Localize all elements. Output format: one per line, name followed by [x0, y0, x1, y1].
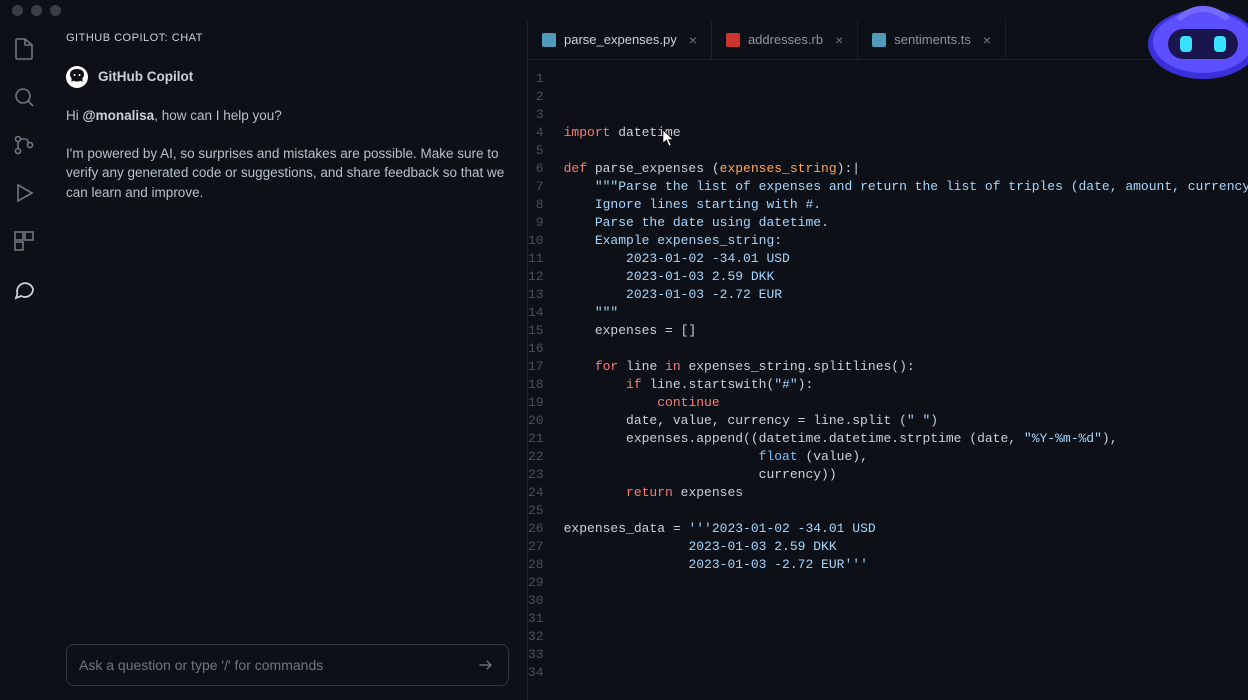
- greet-suffix: , how can I help you?: [154, 108, 282, 123]
- traffic-max[interactable]: [50, 5, 61, 16]
- line-gutter: 1234567891011121314151617181920212223242…: [528, 70, 564, 700]
- code-line[interactable]: """Parse the list of expenses and return…: [564, 178, 1248, 196]
- code-line[interactable]: [564, 682, 1248, 700]
- code-line[interactable]: [564, 628, 1248, 646]
- code-line[interactable]: currency)): [564, 466, 1248, 484]
- close-icon[interactable]: ×: [689, 32, 697, 48]
- code-line[interactable]: expenses_data = '''2023-01-02 -34.01 USD: [564, 520, 1248, 538]
- tab-label: addresses.rb: [748, 32, 823, 47]
- traffic-close[interactable]: [12, 5, 23, 16]
- activity-bar: [0, 20, 48, 700]
- code-line[interactable]: expenses = []: [564, 322, 1248, 340]
- tab-parse_expenses-py[interactable]: parse_expenses.py ×: [528, 20, 712, 59]
- code-line[interactable]: [564, 610, 1248, 628]
- explorer-icon[interactable]: [11, 36, 37, 62]
- extensions-icon[interactable]: [11, 228, 37, 254]
- code-line[interactable]: expenses.append((datetime.datetime.strpt…: [564, 430, 1248, 448]
- copilot-avatar-icon: [66, 66, 88, 88]
- send-icon[interactable]: [476, 655, 496, 675]
- code-line[interactable]: [564, 646, 1248, 664]
- close-icon[interactable]: ×: [835, 32, 843, 48]
- code-line[interactable]: 2023-01-03 -2.72 EUR: [564, 286, 1248, 304]
- greet-prefix: Hi: [66, 108, 83, 123]
- code-line[interactable]: 2023-01-03 2.59 DKK: [564, 538, 1248, 556]
- source-control-icon[interactable]: [11, 132, 37, 158]
- titlebar: [0, 0, 1248, 20]
- tab-addresses-rb[interactable]: addresses.rb ×: [712, 20, 858, 59]
- code-line[interactable]: date, value, currency = line.split (" "): [564, 412, 1248, 430]
- chat-input[interactable]: [79, 657, 476, 673]
- search-icon[interactable]: [11, 84, 37, 110]
- typescript-file-icon: [872, 33, 886, 47]
- code-line[interactable]: Example expenses_string:: [564, 232, 1248, 250]
- chat-agent-row: GitHub Copilot: [66, 66, 509, 88]
- chat-body: GitHub Copilot Hi @monalisa, how can I h…: [48, 56, 527, 632]
- code-line[interactable]: [564, 340, 1248, 358]
- code-line[interactable]: [564, 574, 1248, 592]
- chat-panel: GITHUB COPILOT: CHAT GitHub Copilot Hi @…: [48, 20, 528, 700]
- code-line[interactable]: [564, 502, 1248, 520]
- close-icon[interactable]: ×: [983, 32, 991, 48]
- tab-label: parse_expenses.py: [564, 32, 677, 47]
- traffic-min[interactable]: [31, 5, 42, 16]
- chat-disclaimer: I'm powered by AI, so surprises and mist…: [66, 144, 509, 203]
- chat-icon[interactable]: [11, 276, 37, 302]
- code-line[interactable]: if line.startswith("#"):: [564, 376, 1248, 394]
- code-line[interactable]: """: [564, 304, 1248, 322]
- code-line[interactable]: return expenses: [564, 484, 1248, 502]
- greet-mention: @monalisa: [83, 108, 155, 123]
- code-line[interactable]: import datetime: [564, 124, 1248, 142]
- tab-label: sentiments.ts: [894, 32, 971, 47]
- code-line[interactable]: [564, 664, 1248, 682]
- code-line[interactable]: [564, 142, 1248, 160]
- code-line[interactable]: def parse_expenses (expenses_string):|: [564, 160, 1248, 178]
- agent-name: GitHub Copilot: [98, 67, 193, 87]
- code-line[interactable]: 2023-01-03 2.59 DKK: [564, 268, 1248, 286]
- code-content[interactable]: import datetime def parse_expenses (expen…: [564, 70, 1248, 700]
- code-line[interactable]: for line in expenses_string.splitlines()…: [564, 358, 1248, 376]
- editor-tabs: parse_expenses.py×addresses.rb×sentiment…: [528, 20, 1248, 60]
- run-debug-icon[interactable]: [11, 180, 37, 206]
- code-area[interactable]: 1234567891011121314151617181920212223242…: [528, 60, 1248, 700]
- code-line[interactable]: Ignore lines starting with #.: [564, 196, 1248, 214]
- python-file-icon: [542, 33, 556, 47]
- ruby-file-icon: [726, 33, 740, 47]
- tab-sentiments-ts[interactable]: sentiments.ts ×: [858, 20, 1006, 59]
- chat-greeting: Hi @monalisa, how can I help you?: [66, 106, 509, 126]
- code-line[interactable]: [564, 592, 1248, 610]
- code-line[interactable]: 2023-01-03 -2.72 EUR''': [564, 556, 1248, 574]
- code-line[interactable]: Parse the date using datetime.: [564, 214, 1248, 232]
- chat-header: GITHUB COPILOT: CHAT: [48, 20, 527, 56]
- code-line[interactable]: continue: [564, 394, 1248, 412]
- editor-area: parse_expenses.py×addresses.rb×sentiment…: [528, 20, 1248, 700]
- code-line[interactable]: 2023-01-02 -34.01 USD: [564, 250, 1248, 268]
- chat-input-container[interactable]: [66, 644, 509, 686]
- code-line[interactable]: float (value),: [564, 448, 1248, 466]
